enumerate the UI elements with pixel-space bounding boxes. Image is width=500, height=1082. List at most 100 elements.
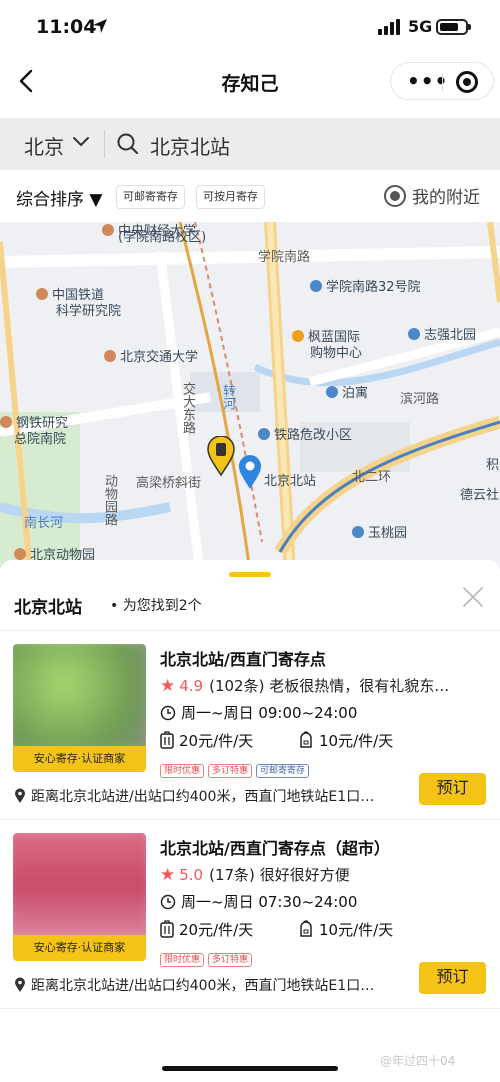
review-count: (102条) [209,677,265,695]
map-label-beijing-north-station: 北京北站 [264,474,317,489]
home-indicator[interactable] [162,1066,338,1071]
address-text: 距离北京北站进/出站口约400米，西直门地铁站E1口… [31,978,375,994]
map-label-railway-institute: 中国铁道 [36,288,104,303]
chevron-down-icon[interactable] [72,135,90,149]
search-bar: 北京 北京北站 [0,118,500,170]
backpack-icon [300,731,312,748]
map-view[interactable]: 中央财经大学 (学院南路校区) 学院南路 学院南路32号院 中国铁道 科学研究院… [0,222,500,572]
close-icon[interactable] [462,586,484,608]
map-label-zhuan-river: 转河 [220,384,235,410]
clock-icon [160,894,176,910]
map-label-north-2nd-ring: 北二环 [352,470,392,485]
network-label: 5G [408,17,433,36]
search-input[interactable]: 北京北站 [150,131,230,160]
sheet-drag-handle[interactable] [229,572,271,577]
store-rating: ★ 5.0 (17条) 很好很好方便 [160,864,350,885]
tag-limited: 限时优惠 [160,764,205,778]
price-row: 20元/件/天 10元/件/天 [160,919,490,940]
capsule-divider [442,73,443,91]
map-label-xueyuan-road: 学院南路 [258,250,311,265]
store-name: 北京北站/西直门寄存点 [160,650,326,669]
star-icon: ★ [160,865,176,885]
review-excerpt: 老板很热情，很有礼貌东… [269,677,450,695]
map-label-railway-institute-2: 科学研究院 [56,304,122,319]
map-label-gaoliangqiao: 高梁桥斜街 [136,476,202,491]
store-name: 北京北站/西直门寄存点（超市） [160,839,390,858]
star-icon: ★ [160,676,176,696]
bag-price: 10元/件/天 [319,921,394,939]
nearby-label: 我的附近 [412,188,480,208]
backpack-icon [300,920,312,937]
store-thumbnail[interactable]: 安心寄存·认证商家 [13,833,146,961]
luggage-price: 20元/件/天 [179,921,254,939]
opening-hours: 周一~周日 09:00~24:00 [160,702,357,723]
hours-text: 周一~周日 07:30~24:00 [181,893,358,911]
map-label-steel-institute: 钢铁研究 [0,416,68,431]
close-miniprogram-icon[interactable] [456,71,478,93]
storage-pin-icon[interactable] [207,436,235,476]
tag-multi: 多订特惠 [208,764,253,778]
map-label-jiaoda-road: 交大东路 [180,382,195,434]
map-label-fenglan-mall: 枫蓝国际 [292,330,360,345]
certified-badge: 安心寄存·认证商家 [13,746,146,772]
location-pin-icon [15,977,25,992]
map-label-nanchang-river: 南长河 [24,516,64,531]
map-label-railway-community: 铁路危改小区 [258,428,352,443]
nearby-button[interactable]: 我的附近 [384,183,480,208]
map-label-yutaoyuan: 玉桃园 [352,526,407,541]
map-label-bjtu: 北京交通大学 [104,350,198,365]
map-label-edge: 积 [486,458,500,473]
status-bar: 11:04 5G [0,0,500,56]
map-label-zoo-road: 动物园路 [102,474,117,526]
watermark: @年过四十04 [380,1054,456,1068]
tag-mail: 可邮寄寄存 [256,764,310,778]
store-thumbnail[interactable]: 安心寄存·认证商家 [13,644,146,772]
review-excerpt: 很好很好方便 [259,866,350,884]
divider [0,1008,500,1009]
map-label-fenglan-mall-2: 购物中心 [310,346,363,361]
thumbnail-image [13,833,146,945]
luggage-price: 20元/件/天 [179,732,254,750]
promo-tags: 限时优惠 多订特惠 [160,947,256,967]
miniprogram-capsule: ••• [390,62,494,100]
sort-dropdown[interactable]: 综合排序 ▼ [16,185,102,210]
hours-text: 周一~周日 09:00~24:00 [181,704,358,722]
status-time: 11:04 [36,16,97,38]
battery-icon [436,19,471,35]
thumbnail-image [13,644,146,756]
results-title: 北京北站 [14,598,82,618]
locate-icon [384,185,406,207]
price-row: 20元/件/天 10元/件/天 [160,730,490,751]
rating-score: 5.0 [179,866,204,884]
map-label-cufe-sub: (学院南路校区) [118,230,207,245]
promo-tags: 限时优惠 多订特惠 可邮寄寄存 [160,758,313,778]
book-button[interactable]: 预订 [419,962,486,994]
suitcase-icon [160,920,174,938]
store-address: 距离北京北站进/出站口约400米，西直门地铁站E1口… [14,975,374,995]
rating-score: 4.9 [179,677,204,695]
filter-chip-monthly[interactable]: 可按月寄存 [196,185,265,209]
tag-multi: 多订特惠 [208,953,253,967]
city-selector[interactable]: 北京 [24,131,64,160]
suitcase-icon [160,731,174,749]
search-divider [104,130,105,158]
filter-chip-mail[interactable]: 可邮寄寄存 [116,185,185,209]
bag-price: 10元/件/天 [319,732,394,750]
map-label-boyu: 泊寓 [326,386,368,401]
current-location-pin-icon [239,455,261,489]
address-text: 距离北京北站进/出站口约400米，西直门地铁站E1口… [31,789,375,805]
map-label-zhiqiang: 志强北园 [408,328,476,343]
store-rating: ★ 4.9 (102条) 老板很热情，很有礼貌东… [160,675,449,696]
location-pin-icon [15,788,25,803]
map-label-binhe-road: 滨河路 [400,392,440,407]
results-count: • 为您找到2个 [110,598,202,614]
map-label-steel-institute-2: 总院南院 [14,432,67,447]
store-card[interactable]: 安心寄存·认证商家 北京北站/西直门寄存点 ★ 4.9 (102条) 老板很热情，很… [0,631,500,819]
store-address: 距离北京北站进/出站口约400米，西直门地铁站E1口… [14,786,374,806]
review-count: (17条) [209,866,255,884]
results-sheet: 北京北站 • 为您找到2个 安心寄存·认证商家 北京北站/西直门寄存点 ★ 4.9… [0,560,500,1082]
certified-badge: 安心寄存·认证商家 [13,935,146,961]
book-button[interactable]: 预订 [419,773,486,805]
search-icon [117,133,139,155]
store-card[interactable]: 安心寄存·认证商家 北京北站/西直门寄存点（超市） ★ 5.0 (17条) 很好很好… [0,820,500,1008]
